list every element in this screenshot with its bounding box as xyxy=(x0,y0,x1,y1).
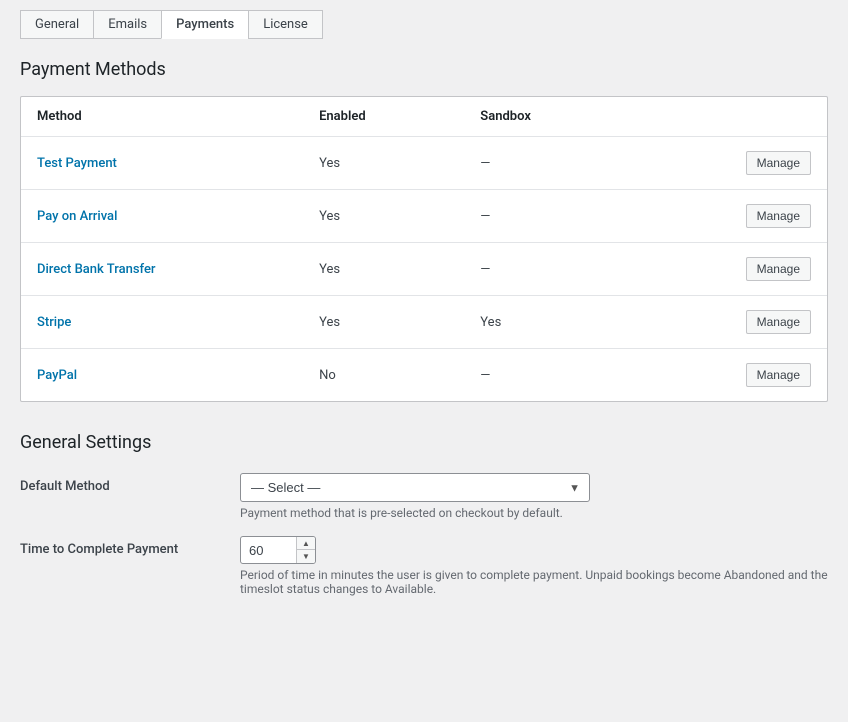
manage-button-paypal[interactable]: Manage xyxy=(746,363,811,387)
action-cell-stripe: Manage xyxy=(706,296,827,349)
table-row: Pay on Arrival Yes — Manage xyxy=(21,190,827,243)
method-cell-stripe: Stripe xyxy=(21,296,303,349)
table-row: PayPal No — Manage xyxy=(21,349,827,402)
tab-emails[interactable]: Emails xyxy=(93,10,161,39)
enabled-cell-paypal: No xyxy=(303,349,464,402)
tab-license[interactable]: License xyxy=(248,10,323,39)
payment-methods-table: Method Enabled Sandbox Test Payment Yes … xyxy=(21,97,827,401)
sandbox-cell-test-payment: — xyxy=(464,137,706,190)
method-link-direct-bank-transfer[interactable]: Direct Bank Transfer xyxy=(37,262,156,277)
tab-general[interactable]: General xyxy=(20,10,93,39)
method-cell-direct-bank-transfer: Direct Bank Transfer xyxy=(21,243,303,296)
enabled-cell-test-payment: Yes xyxy=(303,137,464,190)
manage-button-stripe[interactable]: Manage xyxy=(746,310,811,334)
manage-button-pay-on-arrival[interactable]: Manage xyxy=(746,204,811,228)
sandbox-cell-stripe: Yes xyxy=(464,296,706,349)
time-to-complete-desc: Period of time in minutes the user is gi… xyxy=(240,568,828,596)
spinner-up-button[interactable]: ▲ xyxy=(297,537,315,550)
method-link-pay-on-arrival[interactable]: Pay on Arrival xyxy=(37,209,117,224)
method-cell-test-payment: Test Payment xyxy=(21,137,303,190)
general-settings-title: General Settings xyxy=(20,432,828,453)
time-to-complete-row: Time to Complete Payment ▲ ▼ Period of t… xyxy=(20,536,828,596)
default-method-label: Default Method xyxy=(20,473,240,494)
method-cell-paypal: PayPal xyxy=(21,349,303,402)
time-to-complete-control: ▲ ▼ Period of time in minutes the user i… xyxy=(240,536,828,596)
default-method-row: Default Method — Select — Test Payment P… xyxy=(20,473,828,520)
spinner-buttons: ▲ ▼ xyxy=(296,537,315,563)
default-method-select[interactable]: — Select — Test Payment Pay on Arrival D… xyxy=(240,473,590,502)
tab-payments[interactable]: Payments xyxy=(161,10,248,39)
sandbox-cell-paypal: — xyxy=(464,349,706,402)
enabled-cell-direct-bank-transfer: Yes xyxy=(303,243,464,296)
payment-methods-table-container: Method Enabled Sandbox Test Payment Yes … xyxy=(20,96,828,402)
table-row: Stripe Yes Yes Manage xyxy=(21,296,827,349)
spinner-down-button[interactable]: ▼ xyxy=(297,550,315,563)
col-header-action xyxy=(706,97,827,137)
col-header-method: Method xyxy=(21,97,303,137)
method-link-test-payment[interactable]: Test Payment xyxy=(37,156,117,171)
col-header-enabled: Enabled xyxy=(303,97,464,137)
payment-methods-title: Payment Methods xyxy=(20,59,828,80)
table-row: Direct Bank Transfer Yes — Manage xyxy=(21,243,827,296)
default-method-select-wrapper: — Select — Test Payment Pay on Arrival D… xyxy=(240,473,590,502)
action-cell-paypal: Manage xyxy=(706,349,827,402)
sandbox-cell-pay-on-arrival: — xyxy=(464,190,706,243)
time-to-complete-label: Time to Complete Payment xyxy=(20,536,240,557)
tabs-bar: General Emails Payments License xyxy=(20,10,828,39)
sandbox-cell-direct-bank-transfer: — xyxy=(464,243,706,296)
col-header-sandbox: Sandbox xyxy=(464,97,706,137)
table-row: Test Payment Yes — Manage xyxy=(21,137,827,190)
method-cell-pay-on-arrival: Pay on Arrival xyxy=(21,190,303,243)
manage-button-test-payment[interactable]: Manage xyxy=(746,151,811,175)
enabled-cell-pay-on-arrival: Yes xyxy=(303,190,464,243)
method-link-paypal[interactable]: PayPal xyxy=(37,368,77,383)
page-wrapper: General Emails Payments License Payment … xyxy=(0,0,848,722)
time-to-complete-input[interactable] xyxy=(241,538,296,563)
action-cell-direct-bank-transfer: Manage xyxy=(706,243,827,296)
method-link-stripe[interactable]: Stripe xyxy=(37,315,71,330)
default-method-control: — Select — Test Payment Pay on Arrival D… xyxy=(240,473,828,520)
time-to-complete-input-wrapper: ▲ ▼ xyxy=(240,536,316,564)
manage-button-direct-bank-transfer[interactable]: Manage xyxy=(746,257,811,281)
action-cell-test-payment: Manage xyxy=(706,137,827,190)
enabled-cell-stripe: Yes xyxy=(303,296,464,349)
default-method-desc: Payment method that is pre-selected on c… xyxy=(240,506,828,520)
action-cell-pay-on-arrival: Manage xyxy=(706,190,827,243)
